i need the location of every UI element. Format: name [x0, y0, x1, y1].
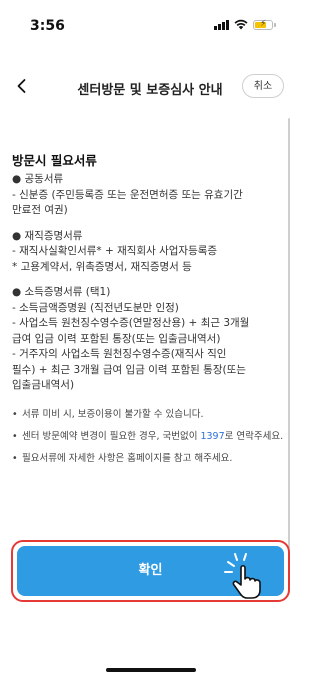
group-line: 필수) + 최근 3개월 급여 입금 이력 포함된 통장(또는	[12, 363, 246, 376]
wifi-icon	[234, 19, 248, 30]
battery-charging-icon: ⚡	[253, 19, 273, 30]
document-group-common: ● 공동서류 - 신분증 (주민등록증 또는 운전면허증 또는 유효기간 만료전…	[12, 172, 288, 219]
note-item: • 센터 방문예약 변경이 필요한 경우, 국번없이 1397로 연락주세요.	[12, 430, 284, 442]
group-title: ● 재직증명서류	[12, 229, 83, 242]
group-line: * 고용계약서, 위촉증명서, 재직증명서 등	[12, 260, 192, 273]
note-text: 센터 방문예약 변경이 필요한 경우, 국번없이 1397로 연락주세요.	[22, 430, 284, 442]
document-group-employment: ● 재직증명서류 - 재직사실확인서류* + 재직회사 사업자등록증 * 고용계…	[12, 229, 288, 276]
scrollbar[interactable]	[288, 118, 290, 548]
group-title: ● 공동서류	[12, 173, 64, 185]
confirm-highlight: 확인	[11, 540, 290, 602]
phone-link[interactable]: 1397	[200, 431, 224, 442]
note-item: • 서류 미비 시, 보증이용이 불가할 수 있습니다.	[12, 408, 204, 420]
note-text: 필요서류에 자세한 사항은 홈페이지를 참고 해주세요.	[22, 452, 233, 464]
group-line: 입출금내역서)	[12, 379, 75, 391]
tap-hand-icon	[224, 553, 261, 599]
home-indicator	[106, 668, 196, 672]
group-line: 급여 입금 이력 포함된 통장(또는 입출금내역서)	[12, 332, 221, 345]
group-line: - 사업소득 원천징수영수증(연말정산용) + 최근 3개월	[12, 317, 250, 329]
battery-tip	[274, 22, 276, 27]
section-heading: 방문시 필요서류	[12, 153, 97, 168]
status-bar: 3:56 ⚡	[0, 0, 300, 44]
note-item: • 필요서류에 자세한 사항은 홈페이지를 참고 해주세요.	[12, 452, 233, 464]
top-nav: 센터방문 및 보증심사 안내 취소	[0, 70, 300, 106]
group-line: - 재직사실확인서류* + 재직회사 사업자등록증	[12, 245, 218, 257]
notes-list: • 서류 미비 시, 보증이용이 불가할 수 있습니다. • 센터 방문예약 변…	[12, 408, 288, 466]
note-text: 서류 미비 시, 보증이용이 불가할 수 있습니다.	[22, 408, 204, 420]
cancel-button[interactable]: 취소	[242, 74, 284, 98]
group-title: ● 소득증명서류 (택1)	[12, 286, 111, 298]
group-line: - 거주자의 사업소득 원천징수영수증(재직사 직인	[12, 348, 227, 360]
document-group-income: ● 소득증명서류 (택1) - 소득금액증명원 (직전년도분만 인정) - 사업…	[12, 285, 288, 394]
signal-icon	[214, 19, 229, 30]
required-documents-content: 방문시 필요서류 ● 공동서류 - 신분증 (주민등록증 또는 운전면허증 또는…	[12, 150, 288, 474]
status-icons: ⚡	[214, 19, 276, 30]
group-line: - 소득금액증명원 (직전년도분만 인정)	[12, 301, 179, 314]
status-time: 3:56	[30, 18, 65, 34]
group-line: - 신분증 (주민등록증 또는 운전면허증 또는 유효기간	[12, 188, 243, 201]
group-line: 만료전 여권)	[12, 204, 68, 216]
